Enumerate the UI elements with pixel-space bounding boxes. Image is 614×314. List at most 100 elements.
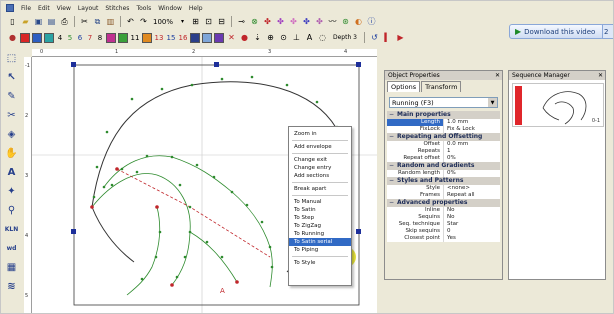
property-row[interactable]: Frames Repeat all [387,192,500,199]
color-number-11[interactable]: 11 [130,34,140,42]
stitch-path[interactable] [126,206,161,296]
marker-icon[interactable]: ⊥ [291,32,302,43]
text-icon[interactable]: A [4,165,19,180]
stitch-blue-icon[interactable]: ✤ [301,16,312,27]
property-value[interactable]: <none> [443,185,500,192]
property-row[interactable]: Sequins No [387,214,500,221]
color-number-15[interactable]: 15 [166,34,176,42]
stop-icon[interactable]: ● [239,32,250,43]
insert-icon[interactable]: ⇣ [252,32,263,43]
property-value[interactable]: Fix & Lock [443,126,500,133]
color-swatch-grid[interactable] [202,32,212,43]
menu-item-to-step[interactable]: To Step [289,214,351,222]
info-icon[interactable]: ⓘ [366,16,377,27]
property-row[interactable]: Seq. technique Star [387,221,500,228]
menu-item-to-running[interactable]: To Running [289,230,351,238]
show-stitches-icon[interactable]: ⊸ [236,16,247,27]
property-value[interactable]: 0.0 mm [443,141,500,148]
color-number-5[interactable]: 5 [66,34,74,42]
sequence-item[interactable]: 0-1 [512,83,604,127]
property-value[interactable]: 1.0 mm [443,119,500,126]
select-icon[interactable]: ⬚ [4,51,19,66]
stitch-path[interactable] [91,173,191,286]
chevron-down-icon[interactable]: ▼ [488,98,497,107]
menu-window[interactable]: Window [158,5,182,12]
letter-icon[interactable]: A [304,32,315,43]
sequence-icon[interactable]: ⊛ [340,16,351,27]
property-value[interactable]: 1 [443,148,500,155]
panel-close-icon[interactable]: ✕ [495,71,500,80]
shape-select-icon[interactable]: ↖ [4,70,19,85]
property-value[interactable]: Yes [443,235,500,242]
property-value[interactable]: Repeat all [443,192,500,199]
stitch-mauve-icon[interactable]: ✤ [314,16,325,27]
stitch-type-dropdown[interactable]: Running (F3) ▼ [389,97,498,108]
property-value[interactable]: 0% [443,155,500,162]
color-swatch-blue[interactable] [32,32,42,43]
grid-icon[interactable]: ⊞ [190,16,201,27]
color-number-4[interactable]: 4 [56,34,64,42]
trim-icon[interactable]: ⊕ [265,32,276,43]
color-swatch-purple[interactable] [214,32,224,43]
satin-icon[interactable]: ≋ [4,279,19,294]
menu-item-zoom-in[interactable]: Zoom in [289,130,351,138]
knife-icon[interactable]: ✂ [4,108,19,123]
property-row[interactable]: Skip sequins 0 [387,228,500,235]
property-row[interactable]: Repeat offset 0% [387,155,500,162]
menu-item-change-entry[interactable]: Change entry [289,164,351,172]
menu-item-to-piping[interactable]: To Piping [289,246,351,254]
palette-icon[interactable]: ● [7,32,18,43]
download-extra-button[interactable]: 2 [602,24,613,39]
save-icon[interactable]: ▣ [33,16,44,27]
property-row[interactable]: Closest point Yes [387,235,500,242]
section-repeating[interactable]: Repeating and Offsetting [387,133,500,141]
word-icon[interactable]: wd [4,241,19,256]
monogram-icon[interactable]: KLN [4,222,19,237]
color-number-8[interactable]: 8 [96,34,104,42]
color-swatch-navy[interactable] [190,32,200,43]
print-icon[interactable]: ⎙ [59,16,70,27]
color-swatch-teal[interactable] [44,32,54,43]
property-value[interactable]: Star [443,221,500,228]
menu-tools[interactable]: Tools [136,5,151,12]
stitch-path[interactable] [189,231,238,283]
stitch-red-icon[interactable]: ✤ [262,16,273,27]
wave-icon[interactable]: 〰 [327,16,338,27]
menu-stitches[interactable]: Stitches [105,5,129,12]
color-number-16[interactable]: 16 [178,34,188,42]
menu-item-add-envelope[interactable]: Add envelope [289,143,351,151]
color-number-7[interactable]: 7 [86,34,94,42]
stitch-pink-icon[interactable]: ✤ [288,16,299,27]
menu-item-to-satin[interactable]: To Satin [289,206,351,214]
lock-icon[interactable]: ⊙ [278,32,289,43]
color-number-13[interactable]: 13 [154,34,164,42]
section-main-properties[interactable]: Main properties [387,111,500,119]
property-row[interactable]: Style <none> [387,185,500,192]
menu-item-change-exit[interactable]: Change exit [289,156,351,164]
reshape-icon[interactable]: ✎ [4,89,19,104]
show-points-icon[interactable]: ⊗ [249,16,260,27]
hoop-icon[interactable]: ⊡ [203,16,214,27]
next-color-icon[interactable]: ▍ [382,32,393,43]
zoom-dropdown-icon[interactable]: ▾ [177,16,188,27]
section-advanced[interactable]: Advanced properties [387,199,500,207]
property-row[interactable]: Random length 0% [387,170,500,177]
color-swatch-green[interactable] [118,32,128,43]
cut-icon[interactable]: ✂ [79,16,90,27]
menu-file[interactable]: File [21,5,31,12]
tab-transform[interactable]: Transform [421,81,462,92]
menu-item-to-style[interactable]: To Style [289,259,351,267]
shade-icon[interactable]: ◌ [317,32,328,43]
open-icon[interactable]: ▰ [20,16,31,27]
menu-view[interactable]: View [57,5,71,12]
menu-item-add-sections[interactable]: Add sections [289,172,351,180]
paste-icon[interactable]: ▥ [105,16,116,27]
menu-edit[interactable]: Edit [38,5,50,12]
color-swatch-red[interactable] [20,32,30,43]
hand-icon[interactable]: ✋ [4,146,19,161]
tab-options[interactable]: Options [387,81,421,92]
step-back-icon[interactable]: ↺ [369,32,380,43]
color-number-6[interactable]: 6 [76,34,84,42]
menu-layout[interactable]: Layout [78,5,98,12]
star-icon[interactable]: ✦ [4,184,19,199]
